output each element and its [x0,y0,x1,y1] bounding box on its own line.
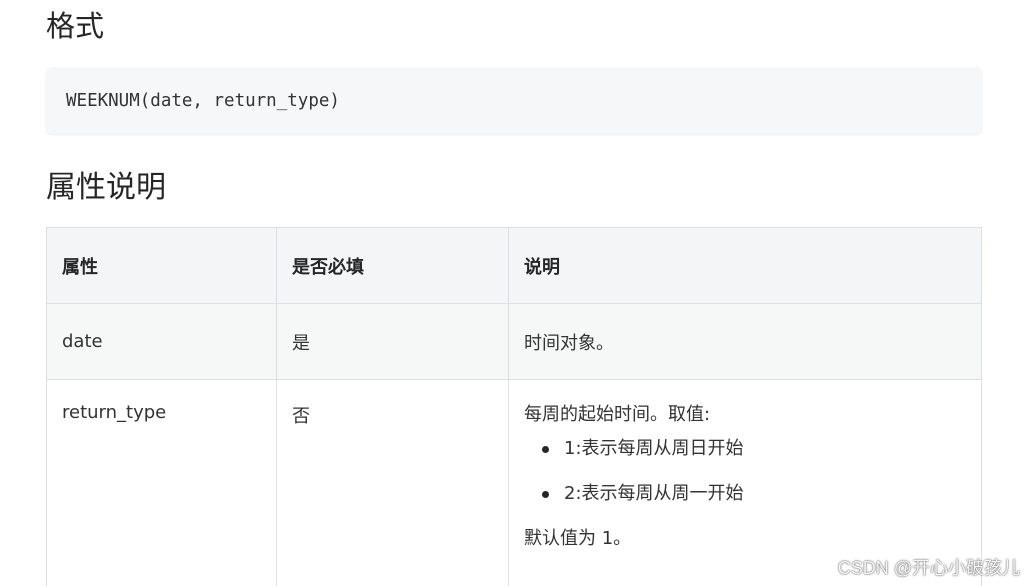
list-item: 1:表示每周从周日开始 [542,436,966,462]
attributes-heading: 属性说明 [46,170,166,205]
format-heading: 格式 [46,9,105,43]
cell-attribute-name: date [46,303,277,380]
list-item-text: 1:表示每周从周日开始 [564,438,744,459]
header-description: 说明 [508,227,982,304]
bullet-icon [542,491,549,498]
values-list: 1:表示每周从周日开始 2:表示每周从周一开始 [524,436,966,507]
cell-description: 时间对象。 [508,303,982,380]
list-item-text: 2:表示每周从周一开始 [564,483,744,504]
default-note: 默认值为 1。 [524,528,632,549]
bullet-icon [542,446,549,453]
cell-required: 否 [276,379,509,586]
code-block: WEEKNUM(date, return_type) [46,67,982,134]
table-row: date 是 时间对象。 [46,303,982,380]
header-required: 是否必填 [276,227,509,304]
code-text: WEEKNUM(date, return_type) [66,91,340,111]
document-page: 格式 WEEKNUM(date, return_type) 属性说明 属性 是否… [0,0,1024,586]
header-attribute: 属性 [46,227,277,304]
cell-attribute-name: return_type [46,379,277,586]
list-item: 2:表示每周从周一开始 [542,481,966,507]
description-text: 每周的起始时间。取值: [524,404,711,425]
cell-required: 是 [276,303,509,380]
attributes-table: 属性 是否必填 说明 date 是 时间对象。 return_type 否 每周… [46,227,982,586]
watermark: CSDN @开心小破孩儿 [837,558,1020,578]
table-header-row: 属性 是否必填 说明 [46,227,982,304]
